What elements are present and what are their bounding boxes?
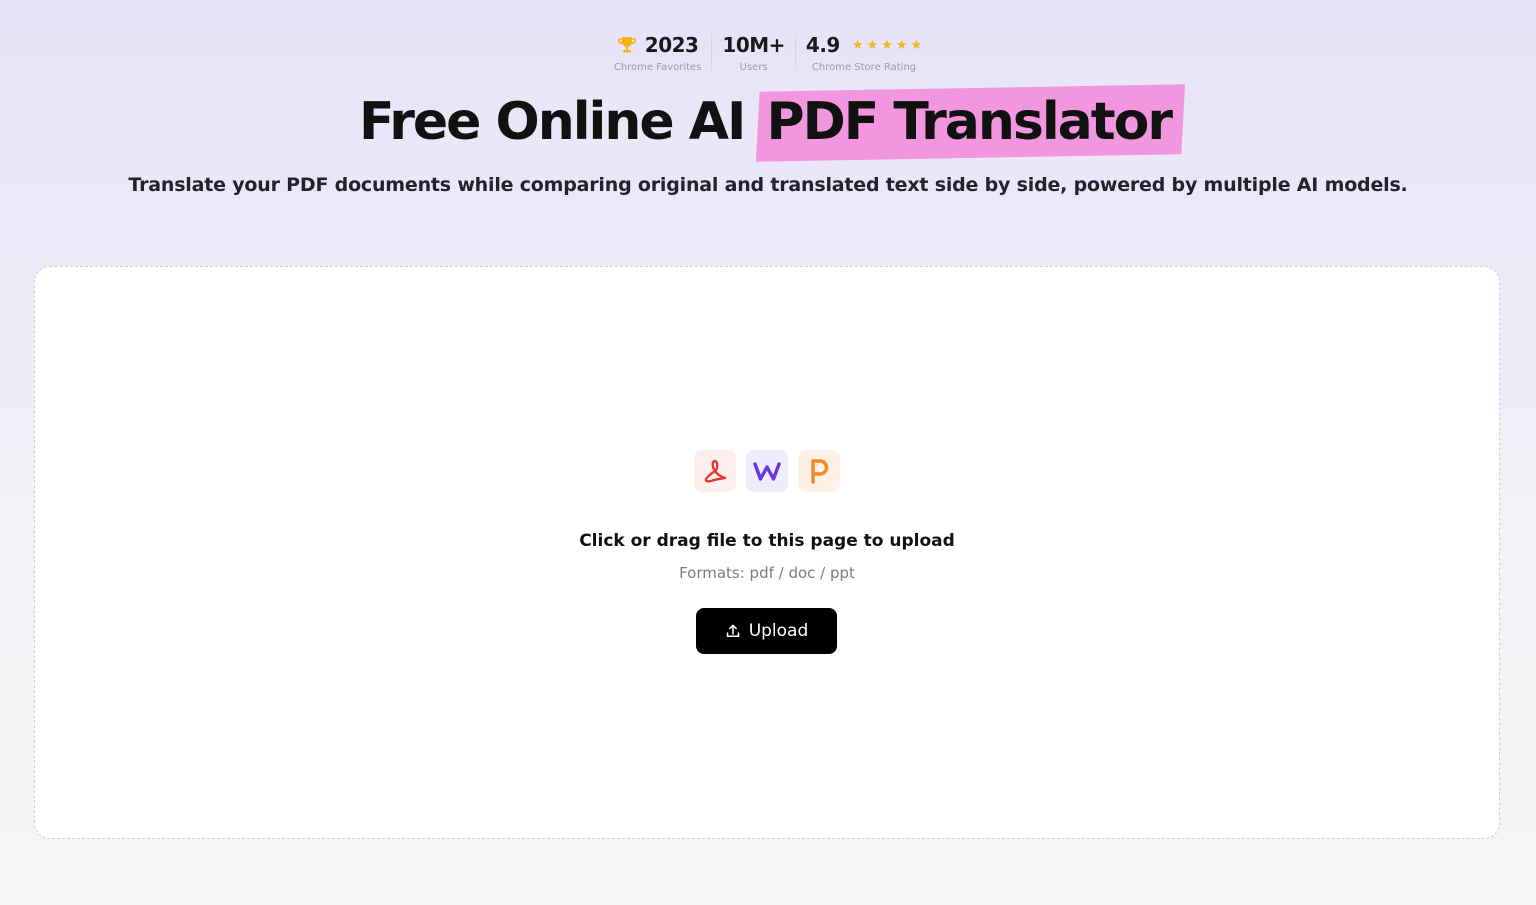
stat-value: 4.9 xyxy=(805,33,840,57)
upload-prompt: Click or drag file to this page to uploa… xyxy=(579,531,955,551)
stat-label: Users xyxy=(739,62,768,73)
format-icons xyxy=(35,450,1499,492)
stat-value: 2023 xyxy=(644,33,699,57)
star-icon: ★ xyxy=(895,37,908,53)
star-icon: ★ xyxy=(866,37,879,53)
title-highlight-text: PDF Translator xyxy=(766,92,1173,152)
word-icon xyxy=(746,450,788,492)
rating-stars: ★ ★ ★ ★ ★ xyxy=(852,39,922,52)
upload-button-label: Upload xyxy=(748,621,809,641)
stat-chrome-favorites: 2023 Chrome Favorites xyxy=(604,30,712,73)
stat-users: 10M+ Users xyxy=(712,30,795,73)
title-highlight: PDF Translator xyxy=(760,92,1177,152)
page-title: Free Online AI PDF Translator xyxy=(0,92,1536,152)
title-plain: Free Online AI xyxy=(359,92,746,152)
upload-arrow-icon xyxy=(725,623,741,639)
upload-button[interactable]: Upload xyxy=(696,608,837,654)
star-icon: ★ xyxy=(881,37,893,53)
powerpoint-icon xyxy=(798,450,840,492)
page-subtitle: Translate your PDF documents while compa… xyxy=(128,174,1408,196)
stat-chrome-store-rating: 4.9 ★ ★ ★ ★ ★ Chrome Store Rating xyxy=(796,30,932,73)
star-icon: ★ xyxy=(910,37,923,53)
star-icon: ★ xyxy=(851,37,864,53)
trophy-icon xyxy=(617,35,637,55)
stat-label: Chrome Favorites xyxy=(613,62,702,73)
pdf-icon xyxy=(694,450,736,492)
upload-formats: Formats: pdf / doc / ppt xyxy=(679,564,855,582)
stats-row: 2023 Chrome Favorites 10M+ Users 4.9 ★ ★… xyxy=(0,30,1536,73)
stat-label: Chrome Store Rating xyxy=(811,62,917,73)
upload-dropzone[interactable]: Click or drag file to this page to uploa… xyxy=(34,266,1500,839)
stat-value: 10M+ xyxy=(722,33,785,57)
